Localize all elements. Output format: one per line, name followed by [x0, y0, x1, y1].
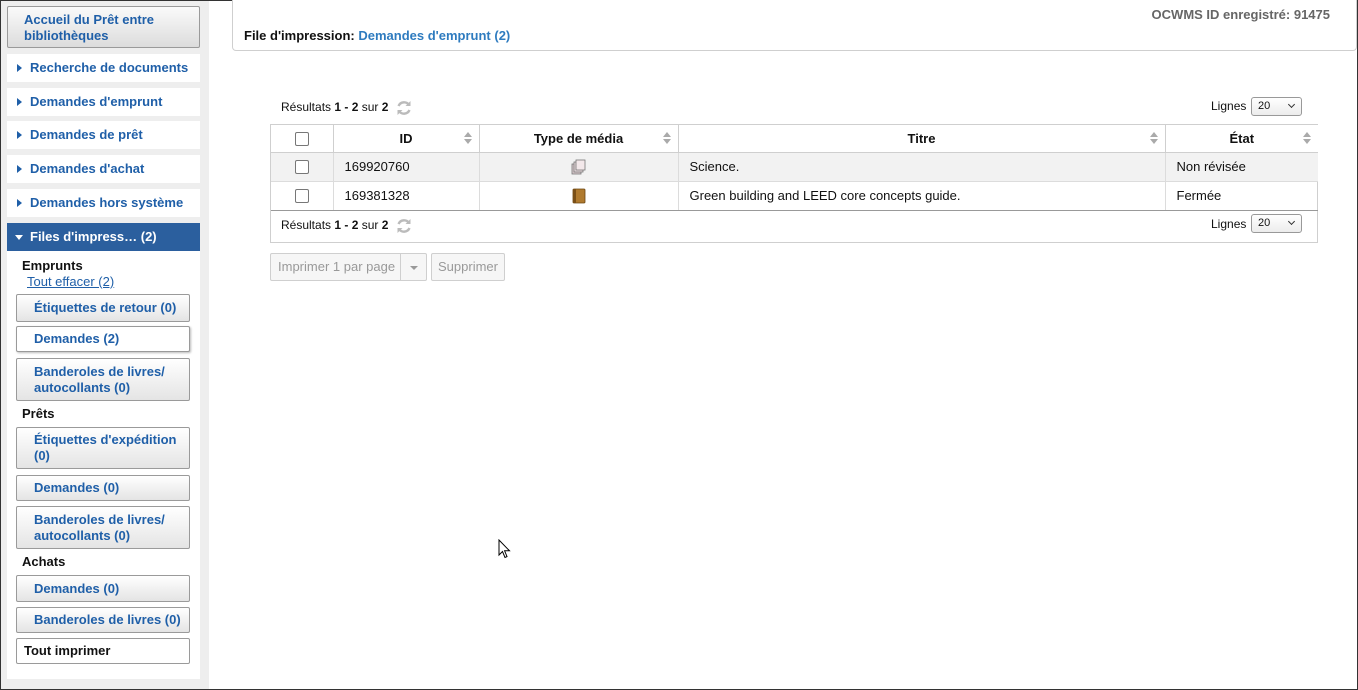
book-icon — [572, 188, 585, 204]
table-row[interactable]: 169381328 Green building and LEED core c… — [271, 181, 1318, 211]
borrowing-book-bands-button[interactable]: Banderoles de livres/ autocollants (0) — [16, 358, 190, 401]
title-cell[interactable]: Green building and LEED core concepts gu… — [678, 181, 1166, 211]
media-type-cell — [479, 181, 679, 211]
requests-grid: ID Type de média Titre État 169920760 Sc… — [270, 124, 1318, 243]
delete-button[interactable]: Supprimer — [431, 253, 505, 281]
select-all-header — [271, 125, 334, 153]
chevron-right-icon — [17, 165, 22, 173]
nav-item-label: Demandes hors système — [30, 195, 184, 210]
chevron-right-icon — [17, 131, 22, 139]
queue-link[interactable]: Demandes d'emprunt (2) — [358, 28, 510, 43]
media-type-cell — [479, 152, 679, 182]
nav-item-document-search[interactable]: Recherche de documents — [7, 54, 200, 82]
lines-label: Lignes — [1211, 217, 1247, 231]
purchase-heading: Achats — [22, 554, 66, 569]
sort-icon — [1149, 132, 1158, 144]
lending-requests-button[interactable]: Demandes (0) — [16, 475, 190, 501]
row-checkbox[interactable] — [294, 160, 309, 175]
results-count-top: Résultats 1 - 2 sur 2 — [281, 100, 389, 114]
refresh-icon[interactable] — [395, 99, 413, 117]
print-one-per-page-button[interactable]: Imprimer 1 par page — [270, 253, 401, 281]
column-header-title[interactable]: Titre — [678, 125, 1166, 153]
borrowing-heading: Emprunts — [22, 258, 83, 273]
mouse-cursor-icon — [498, 539, 511, 559]
nav-item-label: Files d'impress… (2) — [30, 229, 157, 244]
sort-icon — [1303, 132, 1311, 144]
chevron-right-icon — [17, 199, 22, 207]
ocwms-id: OCWMS ID enregistré: 91475 — [1151, 7, 1330, 22]
sort-icon — [463, 132, 472, 144]
borrowing-requests-button[interactable]: Demandes (2) — [16, 326, 190, 352]
chevron-down-icon — [1287, 217, 1296, 226]
caret-down-icon — [410, 266, 418, 270]
nav-item-borrowing-requests[interactable]: Demandes d'emprunt — [7, 88, 200, 116]
row-select-cell — [271, 181, 334, 211]
lines-select-top[interactable]: 20 — [1251, 97, 1302, 116]
sort-icon — [662, 132, 671, 144]
page-title: File d'impression: Demandes d'emprunt (2… — [244, 28, 510, 43]
queue-prefix: File d'impression: — [244, 28, 355, 43]
nav-item-label: Demandes de prêt — [30, 127, 143, 142]
print-options-dropdown[interactable] — [400, 253, 427, 281]
chevron-down-icon — [15, 235, 23, 240]
clear-all-link[interactable]: Tout effacer (2) — [27, 274, 114, 289]
table-row[interactable]: 169920760 Science. Non révisée — [271, 152, 1318, 182]
title-cell[interactable]: Science. — [678, 152, 1166, 182]
borrowing-return-labels-button[interactable]: Étiquettes de retour (0) — [16, 294, 190, 322]
ill-home-button[interactable]: Accueil du Prêt entre bibliothèques — [7, 6, 200, 48]
purchase-book-bands-button[interactable]: Banderoles de livres (0) — [16, 607, 190, 633]
purchase-requests-button[interactable]: Demandes (0) — [16, 575, 190, 602]
sidebar: Accueil du Prêt entre bibliothèques Rech… — [1, 1, 209, 689]
lines-select-bottom[interactable]: 20 — [1251, 214, 1302, 233]
column-header-media-type[interactable]: Type de média — [479, 125, 679, 153]
nav-item-purchase-requests[interactable]: Demandes d'achat — [7, 155, 200, 183]
nav-item-label: Demandes d'achat — [30, 161, 145, 176]
nav-item-print-queues[interactable]: Files d'impress… (2) — [7, 223, 200, 251]
column-header-status[interactable]: État — [1165, 125, 1318, 153]
select-all-checkbox[interactable] — [294, 132, 309, 147]
chevron-right-icon — [17, 98, 22, 106]
nav-item-label: Demandes d'emprunt — [30, 94, 163, 109]
column-header-id[interactable]: ID — [333, 125, 480, 153]
nav-item-label: Recherche de documents — [30, 60, 189, 75]
nav-item-lending-requests[interactable]: Demandes de prêt — [7, 121, 200, 149]
request-id[interactable]: 169920760 — [333, 152, 480, 182]
chevron-right-icon — [17, 64, 22, 72]
request-id[interactable]: 169381328 — [333, 181, 480, 211]
results-count-bottom: Résultats 1 - 2 sur 2 — [281, 218, 389, 232]
status-cell: Non révisée — [1165, 152, 1318, 182]
status-cell: Fermée — [1165, 181, 1318, 211]
chevron-down-icon — [1287, 100, 1296, 109]
queue-header: OCWMS ID enregistré: 91475 File d'impres… — [232, 0, 1357, 51]
lending-heading: Prêts — [22, 406, 55, 421]
nav-item-unmediated-requests[interactable]: Demandes hors système — [7, 189, 200, 217]
serial-icon — [571, 159, 585, 175]
print-all-button[interactable]: Tout imprimer — [16, 638, 190, 664]
lending-book-bands-button[interactable]: Banderoles de livres/ autocollants (0) — [16, 506, 190, 549]
row-select-cell — [271, 152, 334, 182]
refresh-icon[interactable] — [395, 217, 413, 235]
print-queues-panel: Emprunts Tout effacer (2) Étiquettes de … — [7, 251, 200, 679]
lines-label: Lignes — [1211, 99, 1247, 113]
lending-shipping-labels-button[interactable]: Étiquettes d'expédition (0) — [16, 427, 190, 469]
row-checkbox[interactable] — [294, 189, 309, 204]
